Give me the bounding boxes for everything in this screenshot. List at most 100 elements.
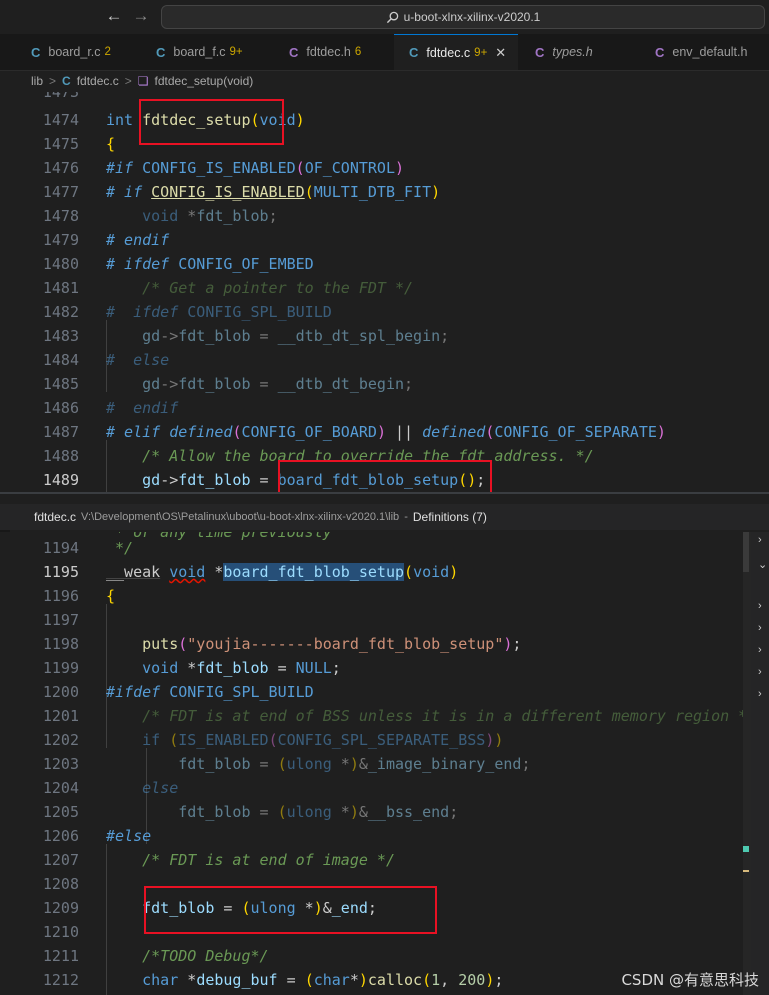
arrow-right-icon[interactable]: → xyxy=(131,6,151,26)
tab-label: fdtdec.c xyxy=(426,45,471,60)
code-line: 1488 /* Allow the board to override the … xyxy=(0,444,769,468)
chevron-right-icon[interactable]: › xyxy=(758,600,762,612)
line-number: 1196 xyxy=(42,587,79,605)
code-text: char *debug_buf = (char*)calloc(1, 200); xyxy=(142,971,504,989)
code-text: gd->fdt_blob = __dtb_dt_spl_begin; xyxy=(142,327,450,345)
line-number: 1481 xyxy=(42,279,79,297)
search-text: u-boot-xlnx-xilinx-v2020.1 xyxy=(403,10,541,24)
code-line: 1196 { xyxy=(0,584,769,608)
code-line: 1202 if (IS_ENABLED(CONFIG_SPL_SEPARATE_… xyxy=(0,728,769,752)
code-text: /* Allow the board to override the fdt a… xyxy=(142,447,594,465)
editor-main[interactable]: 1473 1474 int fdtdec_setup(void) 1475 { 14… xyxy=(0,92,769,492)
line-number: 1204 xyxy=(42,779,79,797)
code-line: 1475 { xyxy=(0,132,769,156)
breadcrumb-separator: > xyxy=(124,74,132,88)
code-line: 1210 xyxy=(0,920,769,944)
code-line: 1486 # endif xyxy=(0,396,769,420)
code-text: gd->fdt_blob = board_fdt_blob_setup(); xyxy=(142,471,486,489)
breadcrumb-symbol[interactable]: fdtdec_setup(void) xyxy=(155,74,254,88)
code-line: 1209 fdt_blob = (ulong *)&_end; xyxy=(0,896,769,920)
chevron-right-icon[interactable]: › xyxy=(758,688,762,700)
line-number: 1489 xyxy=(42,471,79,489)
tab-fdtdec-c[interactable]: C fdtdec.c 9+ ✕ xyxy=(394,34,518,70)
line-number: 1476 xyxy=(42,159,79,177)
code-text: void *fdt_blob; xyxy=(142,207,278,225)
chevron-right-icon[interactable]: › xyxy=(758,622,762,634)
code-text: /* FDT is at end of BSS unless it is in … xyxy=(142,707,757,725)
code-line: 1479 # endif xyxy=(0,228,769,252)
header-file-icon: C xyxy=(289,44,299,60)
search-icon xyxy=(386,11,398,23)
c-file-icon: C xyxy=(409,45,419,60)
line-number: 1211 xyxy=(42,947,79,965)
code-line: 1476 #if CONFIG_IS_ENABLED(OF_CONTROL) xyxy=(0,156,769,180)
line-number: 1203 xyxy=(42,755,79,773)
line-number: 1475 xyxy=(42,135,79,153)
breadcrumb-separator: > xyxy=(49,74,57,88)
code-text: #if CONFIG_IS_ENABLED(OF_CONTROL) xyxy=(106,159,405,177)
code-text: # endif xyxy=(106,231,170,249)
code-line: 1483 gd->fdt_blob = __dtb_dt_spl_begin; xyxy=(0,324,769,348)
chevron-down-icon[interactable]: ⌄ xyxy=(758,558,767,571)
chevron-right-icon[interactable]: › xyxy=(758,534,762,546)
line-number: 1485 xyxy=(42,375,79,393)
line-number: 1484 xyxy=(42,351,79,369)
tab-fdtdec-h[interactable]: C fdtdec.h 6 xyxy=(289,34,361,70)
c-file-icon: C xyxy=(62,74,71,88)
peek-minimap[interactable] xyxy=(743,532,751,995)
code-line: 1489 gd->fdt_blob = board_fdt_blob_setup… xyxy=(0,468,769,492)
line-number: 1482 xyxy=(42,303,79,321)
header-file-icon: C xyxy=(535,44,545,60)
code-line: 1207 /* FDT is at end of image */ xyxy=(0,848,769,872)
breadcrumb-file[interactable]: fdtdec.c xyxy=(77,74,119,88)
code-text: # elif defined(CONFIG_OF_BOARD) || defin… xyxy=(106,423,666,441)
tab-board-f-c[interactable]: C board_f.c 9+ xyxy=(156,34,243,70)
arrow-left-icon[interactable]: ← xyxy=(104,6,124,26)
chevron-right-icon[interactable]: › xyxy=(758,644,762,656)
code-line: 1195 __weak void *board_fdt_blob_setup(vo… xyxy=(0,560,769,584)
code-line: 1211 /*TODO Debug*/ xyxy=(0,944,769,968)
code-line: 1473 xyxy=(0,92,769,104)
line-number: 1486 xyxy=(42,399,79,417)
code-text: /* FDT is at end of image */ xyxy=(142,851,395,869)
code-text: /* Get a pointer to the FDT */ xyxy=(142,279,414,297)
line-number: 1487 xyxy=(42,423,79,441)
chevron-right-icon[interactable]: › xyxy=(758,666,762,678)
code-text: fdt_blob = (ulong *)&__bss_end; xyxy=(178,803,459,821)
line-number: 1197 xyxy=(42,611,79,629)
line-number: 1478 xyxy=(42,207,79,225)
line-number: 1199 xyxy=(42,659,79,677)
code-text: { xyxy=(106,135,116,153)
tab-label: board_r.c xyxy=(48,45,101,59)
command-center-search[interactable]: u-boot-xlnx-xilinx-v2020.1 xyxy=(161,5,765,29)
tab-env-default-h[interactable]: C env_default.h xyxy=(655,34,747,70)
close-icon[interactable]: ✕ xyxy=(495,45,506,61)
code-line: 1201 /* FDT is at end of BSS unless it i… xyxy=(0,704,769,728)
code-text: # ifdef CONFIG_SPL_BUILD xyxy=(106,303,332,321)
line-number: 1479 xyxy=(42,231,79,249)
tab-board-r-c[interactable]: C board_r.c 2 xyxy=(31,34,111,70)
breadcrumb-folder[interactable]: lib xyxy=(31,74,43,88)
breadcrumb: lib > C fdtdec.c > ❏ fdtdec_setup(void) xyxy=(0,70,769,92)
code-text: int fdtdec_setup(void) xyxy=(106,111,305,129)
code-line: 1198 puts("youjia-------board_fdt_blob_s… xyxy=(0,632,769,656)
peek-file[interactable]: fdtdec.c xyxy=(34,510,76,524)
line-number: 1201 xyxy=(42,707,79,725)
code-line: 1205 fdt_blob = (ulong *)&__bss_end; xyxy=(0,800,769,824)
line-number: 1210 xyxy=(42,923,79,941)
code-line: 1194 */ xyxy=(0,536,769,560)
line-number: 1198 xyxy=(42,635,79,653)
code-line: 1199 void *fdt_blob = NULL; xyxy=(0,656,769,680)
code-line: 1204 else xyxy=(0,776,769,800)
peek-header: fdtdec.c V:\Development\OS\Petalinux\ubo… xyxy=(0,504,769,530)
title-bar: ← → u-boot-xlnx-xilinx-v2020.1 xyxy=(0,0,769,34)
c-file-icon: C xyxy=(31,44,41,60)
line-number: 1477 xyxy=(42,183,79,201)
editor-peek[interactable]: * or any time previously 1194 */ 1195 __w… xyxy=(0,532,769,995)
problem-badge: 6 xyxy=(354,46,362,58)
code-line: 1208 xyxy=(0,872,769,896)
tab-types-h[interactable]: C types.h xyxy=(535,34,593,70)
peek-path: V:\Development\OS\Petalinux\uboot\u-boot… xyxy=(81,511,400,523)
code-text: #else xyxy=(106,827,152,845)
peek-separator: - xyxy=(404,511,408,523)
